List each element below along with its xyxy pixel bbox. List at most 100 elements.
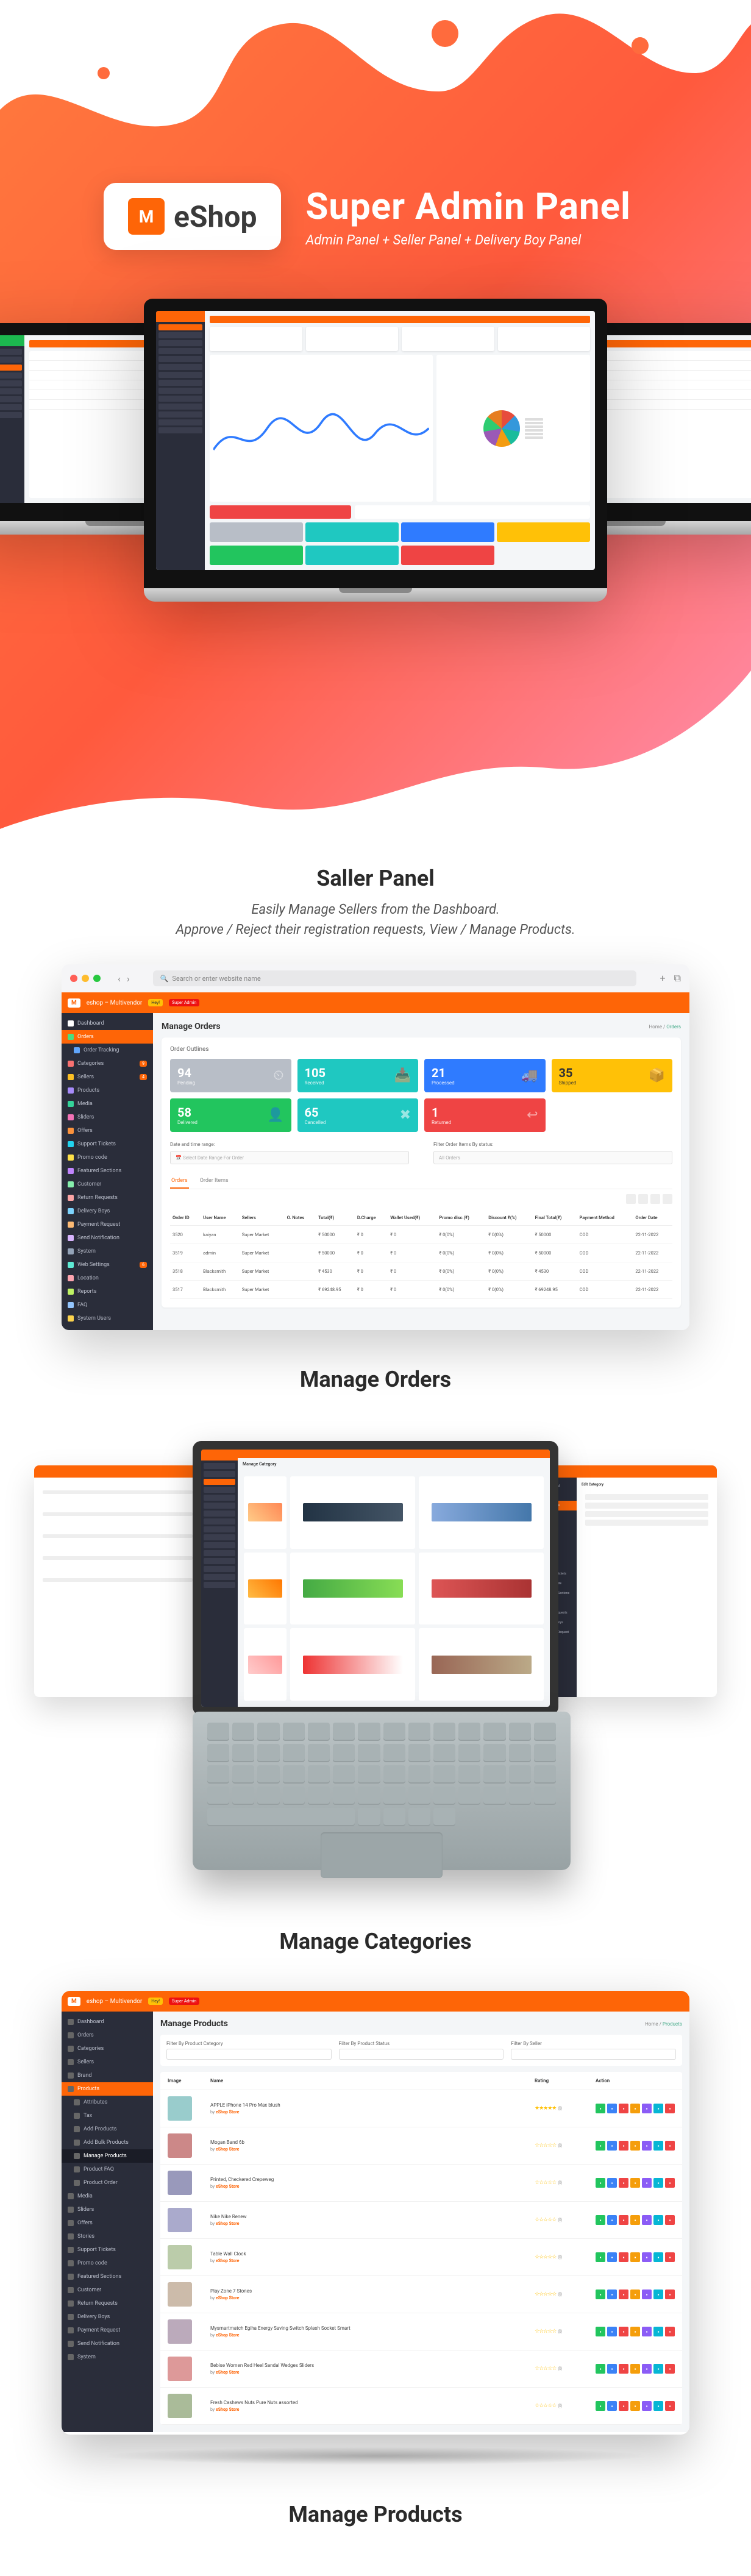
action-btn[interactable]: ▪ bbox=[596, 2215, 605, 2225]
action-btn[interactable]: ▪ bbox=[596, 2290, 605, 2299]
sidebar-item[interactable]: Customer bbox=[62, 1178, 153, 1191]
sidebar-item[interactable]: Add Bulk Products bbox=[62, 2136, 153, 2149]
filter-status-input[interactable]: All Orders bbox=[433, 1151, 672, 1164]
sidebar-item[interactable]: Offers bbox=[62, 1124, 153, 1137]
action-btn[interactable]: ▪ bbox=[607, 2327, 617, 2336]
action-btn[interactable]: ▪ bbox=[596, 2364, 605, 2374]
sidebar-item[interactable]: Support Tickets bbox=[62, 2243, 153, 2257]
sidebar-item[interactable]: Products bbox=[62, 1084, 153, 1097]
sidebar-item[interactable]: Reports bbox=[62, 1285, 153, 1298]
action-btn[interactable]: ▪ bbox=[665, 2141, 675, 2151]
action-btn[interactable]: ▪ bbox=[665, 2327, 675, 2336]
stat-tile[interactable]: 65Cancelled✖ bbox=[297, 1098, 419, 1132]
action-btn[interactable]: ▪ bbox=[665, 2104, 675, 2113]
sidebar-item[interactable]: Sliders bbox=[62, 1111, 153, 1124]
action-btn[interactable]: ▪ bbox=[607, 2401, 617, 2411]
product-row[interactable]: Play Zone 7 Stonesby eShop Store ☆☆☆☆☆(0… bbox=[160, 2276, 682, 2313]
action-btn[interactable]: ▪ bbox=[630, 2401, 640, 2411]
sidebar-item[interactable]: Order Tracking bbox=[62, 1044, 153, 1057]
action-btn[interactable]: ▪ bbox=[642, 2104, 652, 2113]
action-btn[interactable]: ▪ bbox=[653, 2104, 663, 2113]
action-btn[interactable]: ▪ bbox=[596, 2327, 605, 2336]
action-btn[interactable]: ▪ bbox=[653, 2141, 663, 2151]
action-btn[interactable]: ▪ bbox=[642, 2401, 652, 2411]
action-btn[interactable]: ▪ bbox=[642, 2364, 652, 2374]
action-btn[interactable]: ▪ bbox=[619, 2104, 628, 2113]
sidebar-item[interactable]: Offers bbox=[62, 2216, 153, 2230]
sidebar-item[interactable]: Return Requests bbox=[62, 1191, 153, 1204]
action-btn[interactable]: ▪ bbox=[665, 2252, 675, 2262]
action-btn[interactable]: ▪ bbox=[619, 2290, 628, 2299]
action-btn[interactable]: ▪ bbox=[653, 2364, 663, 2374]
action-btn[interactable]: ▪ bbox=[596, 2178, 605, 2188]
sidebar-item[interactable]: Dashboard bbox=[62, 2015, 153, 2029]
sidebar-item[interactable]: Media bbox=[62, 1097, 153, 1111]
sidebar-item[interactable]: Featured Sections bbox=[62, 1164, 153, 1178]
filter-seller-select[interactable] bbox=[511, 2049, 676, 2060]
action-btn[interactable]: ▪ bbox=[665, 2178, 675, 2188]
action-btn[interactable]: ▪ bbox=[619, 2178, 628, 2188]
stat-tile[interactable]: 35Shipped📦 bbox=[552, 1059, 673, 1092]
sidebar-item[interactable]: Payment Request bbox=[62, 1218, 153, 1231]
action-btn[interactable]: ▪ bbox=[630, 2215, 640, 2225]
nav-arrows[interactable]: ‹› bbox=[118, 973, 130, 984]
action-btn[interactable]: ▪ bbox=[630, 2104, 640, 2113]
sidebar-item[interactable]: Manage Products bbox=[62, 2149, 153, 2163]
action-btn[interactable]: ▪ bbox=[596, 2141, 605, 2151]
action-btn[interactable]: ▪ bbox=[665, 2401, 675, 2411]
url-bar[interactable]: 🔍Search or enter website name bbox=[153, 970, 637, 986]
stat-tile[interactable]: 21Processed🚚 bbox=[424, 1059, 546, 1092]
action-btn[interactable]: ▪ bbox=[630, 2364, 640, 2374]
sidebar-item[interactable]: Attributes bbox=[62, 2096, 153, 2109]
action-btn[interactable]: ▪ bbox=[653, 2252, 663, 2262]
sidebar-item[interactable]: Stories bbox=[62, 2230, 153, 2243]
sidebar-item[interactable]: Web Settings6 bbox=[62, 1258, 153, 1272]
action-btn[interactable]: ▪ bbox=[630, 2141, 640, 2151]
action-btn[interactable]: ▪ bbox=[630, 2290, 640, 2299]
back-icon[interactable]: ‹ bbox=[118, 973, 121, 984]
action-btn[interactable]: ▪ bbox=[619, 2327, 628, 2336]
action-btn[interactable]: ▪ bbox=[665, 2364, 675, 2374]
action-btn[interactable]: ▪ bbox=[619, 2401, 628, 2411]
sidebar-item[interactable]: Orders bbox=[62, 1030, 153, 1044]
product-row[interactable]: Nike Nike Renewby eShop Store ☆☆☆☆☆(0) ▪… bbox=[160, 2202, 682, 2239]
stat-tile[interactable]: 94Pending⏲ bbox=[170, 1059, 291, 1092]
sidebar-item[interactable]: Orders bbox=[62, 2029, 153, 2042]
action-btn[interactable]: ▪ bbox=[630, 2178, 640, 2188]
action-btn[interactable]: ▪ bbox=[607, 2364, 617, 2374]
table-row[interactable]: 3517BlacksmithSuper Market₹ 69248.95₹ 0₹… bbox=[170, 1281, 672, 1299]
product-row[interactable]: Fresh Cashews Nuts Pure Nuts assortedby … bbox=[160, 2388, 682, 2425]
sidebar-item[interactable]: Products bbox=[62, 2082, 153, 2096]
tab-orders[interactable]: Orders bbox=[170, 1174, 189, 1189]
action-btn[interactable]: ▪ bbox=[607, 2104, 617, 2113]
action-btn[interactable]: ▪ bbox=[642, 2215, 652, 2225]
sidebar-item[interactable]: Sellers4 bbox=[62, 1070, 153, 1084]
add-icon[interactable]: + bbox=[660, 972, 665, 984]
action-btn[interactable]: ▪ bbox=[630, 2327, 640, 2336]
sidebar-item[interactable]: System Users bbox=[62, 1312, 153, 1325]
sidebar-item[interactable]: Customer bbox=[62, 2283, 153, 2297]
forward-icon[interactable]: › bbox=[127, 973, 130, 984]
action-btn[interactable]: ▪ bbox=[653, 2215, 663, 2225]
action-btn[interactable]: ▪ bbox=[653, 2327, 663, 2336]
tool-btn[interactable] bbox=[626, 1194, 636, 1204]
tool-btn[interactable] bbox=[650, 1194, 660, 1204]
action-btn[interactable]: ▪ bbox=[665, 2215, 675, 2225]
action-btn[interactable]: ▪ bbox=[596, 2104, 605, 2113]
sidebar-item[interactable]: Categories9 bbox=[62, 1057, 153, 1070]
action-btn[interactable]: ▪ bbox=[619, 2252, 628, 2262]
action-btn[interactable]: ▪ bbox=[619, 2215, 628, 2225]
sidebar-item[interactable]: Location bbox=[62, 1272, 153, 1285]
filter-range-input[interactable]: 📅 Select Date Range For Order bbox=[170, 1151, 409, 1164]
sidebar-item[interactable]: Dashboard bbox=[62, 1017, 153, 1030]
action-btn[interactable]: ▪ bbox=[607, 2252, 617, 2262]
action-btn[interactable]: ▪ bbox=[665, 2290, 675, 2299]
sidebar-item[interactable]: Promo code bbox=[62, 1151, 153, 1164]
sidebar-item[interactable]: Tax bbox=[62, 2109, 153, 2122]
sidebar-item[interactable]: Promo code bbox=[62, 2257, 153, 2270]
tool-btn[interactable] bbox=[638, 1194, 648, 1204]
sidebar-item[interactable]: Delivery Boys bbox=[62, 2310, 153, 2324]
sidebar-item[interactable]: Return Requests bbox=[62, 2297, 153, 2310]
sidebar-item[interactable]: Categories bbox=[62, 2042, 153, 2055]
action-btn[interactable]: ▪ bbox=[619, 2141, 628, 2151]
